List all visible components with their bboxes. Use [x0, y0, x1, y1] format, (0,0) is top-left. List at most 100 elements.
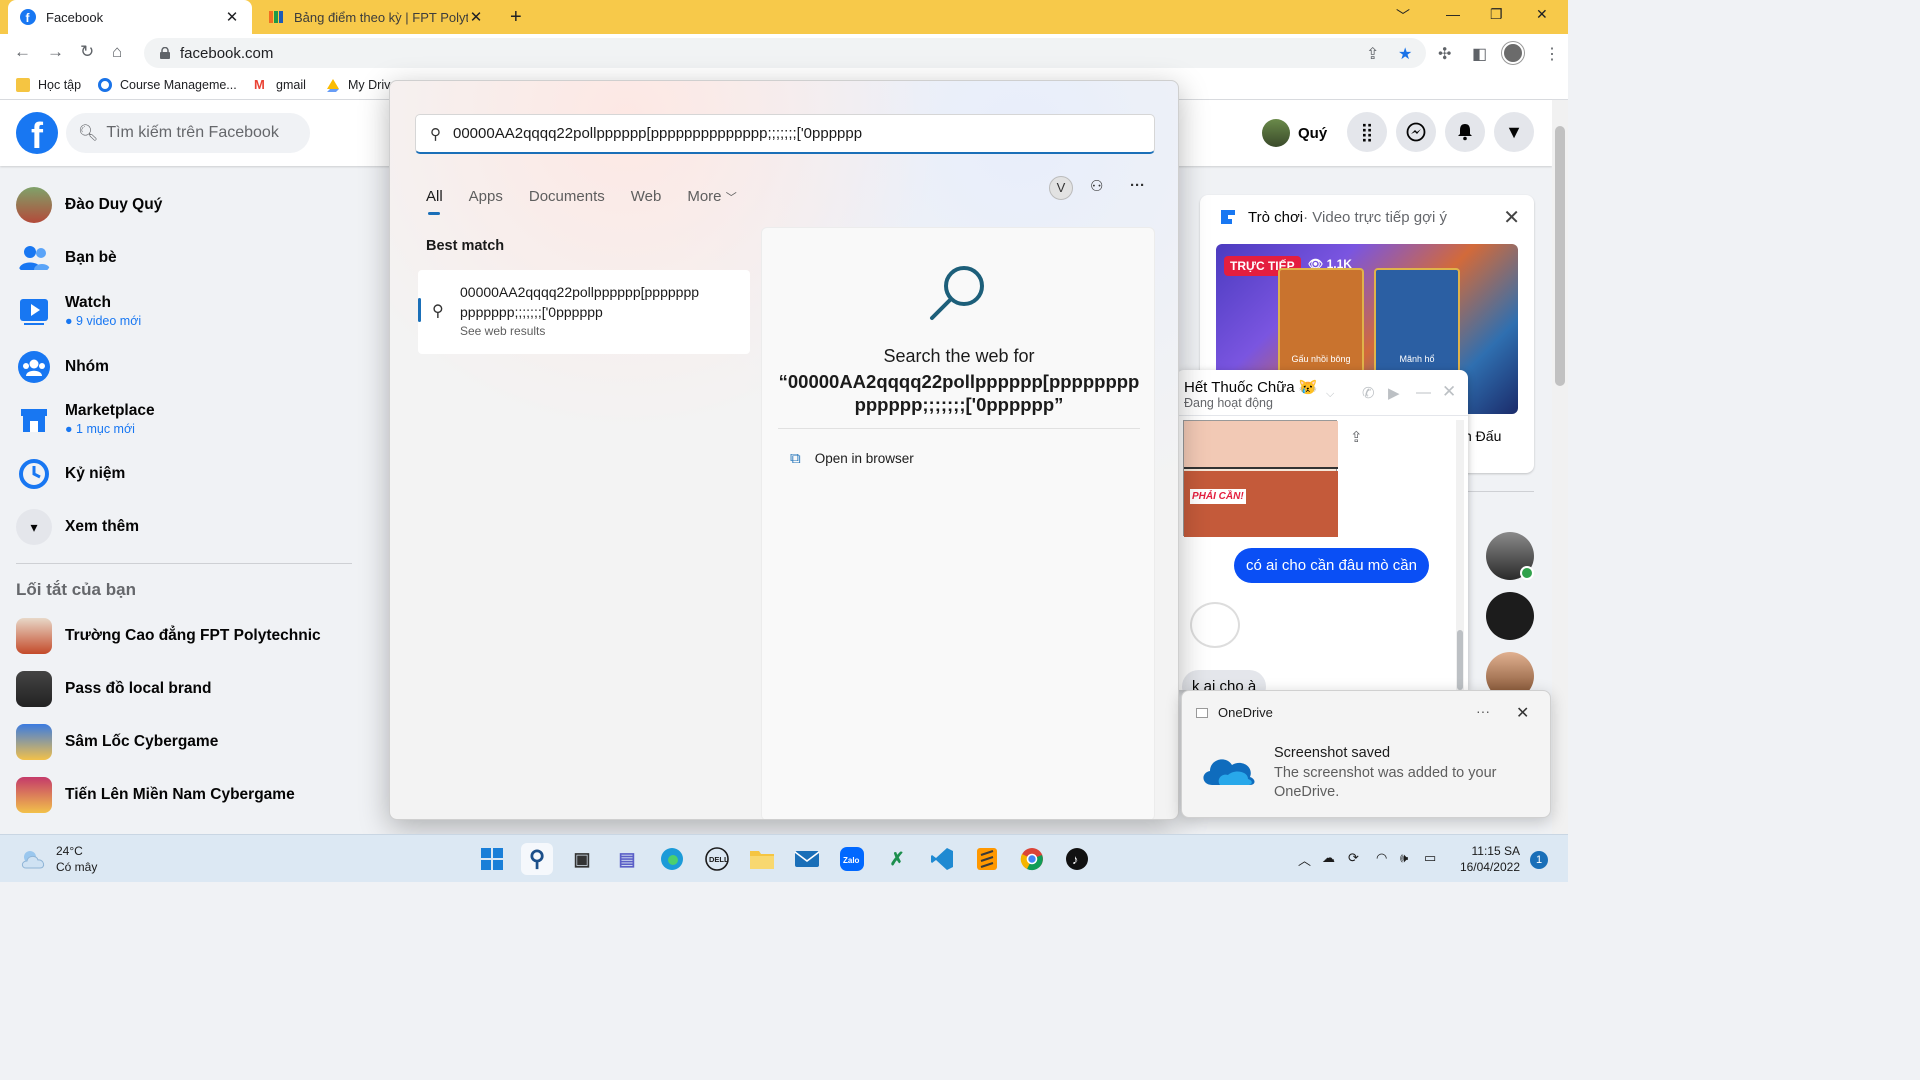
- extensions-puzzle-icon[interactable]: ✣: [1438, 44, 1451, 64]
- task-view-icon[interactable]: ▣: [566, 843, 598, 875]
- sync-icon[interactable]: ⟳: [1348, 850, 1359, 866]
- vscode-icon[interactable]: [926, 843, 958, 875]
- close-chat-icon[interactable]: ✕: [1442, 382, 1456, 402]
- shortcut-item[interactable]: Pass đồ local brand: [16, 671, 211, 707]
- tab-polytechnic[interactable]: Bảng điểm theo kỳ | FPT Polytech ✕: [256, 0, 496, 34]
- comic-panel: [1184, 421, 1338, 469]
- phone-icon[interactable]: ✆: [1362, 384, 1375, 402]
- close-window-icon[interactable]: ✕: [1536, 6, 1548, 23]
- tab-all[interactable]: All: [426, 188, 443, 215]
- shortcut-item[interactable]: Tiến Lên Miền Nam Cybergame: [16, 777, 295, 813]
- start-icon[interactable]: [476, 843, 508, 875]
- forward-icon[interactable]: →: [47, 42, 64, 62]
- contact-avatar[interactable]: [1486, 592, 1534, 640]
- teams-icon[interactable]: ▤: [611, 843, 643, 875]
- sidebar-item-groups[interactable]: Nhóm: [16, 349, 109, 385]
- sidebar-item-memories[interactable]: Kỷ niệm: [16, 456, 125, 492]
- bookmark-my-drive[interactable]: My Driv: [326, 78, 390, 92]
- more-options-icon[interactable]: ···: [1130, 177, 1145, 194]
- close-icon[interactable]: ✕: [1516, 703, 1529, 723]
- back-icon[interactable]: ←: [14, 42, 31, 62]
- best-match-text: 00000AA2qqqq22pollpppppp[pppppppppppppp;…: [460, 284, 700, 320]
- weather-widget[interactable]: 24°C Có mây: [20, 843, 97, 875]
- onedrive-notification[interactable]: OneDrive ··· ✕ Screenshot saved The scre…: [1181, 690, 1551, 818]
- facebook-logo-icon[interactable]: f: [16, 112, 58, 154]
- new-tab-button[interactable]: +: [510, 6, 522, 29]
- outgoing-message: có ai cho cần đâu mò cần: [1234, 548, 1429, 583]
- close-tab-icon[interactable]: ✕: [224, 8, 240, 26]
- sublime-icon[interactable]: [971, 843, 1003, 875]
- wifi-icon[interactable]: ◠: [1376, 850, 1387, 866]
- chrome-icon[interactable]: [1016, 843, 1048, 875]
- file-explorer-icon[interactable]: [746, 843, 778, 875]
- notification-badge[interactable]: 1: [1530, 851, 1548, 869]
- tiktok-icon[interactable]: ♪: [1061, 843, 1093, 875]
- close-icon[interactable]: ✕: [1503, 205, 1520, 230]
- open-in-browser-button[interactable]: ⧉ Open in browser: [790, 450, 914, 467]
- tab-apps[interactable]: Apps: [469, 188, 503, 205]
- bookmark-hoc-tap[interactable]: Học tập: [16, 78, 81, 92]
- minimize-chat-icon[interactable]: —: [1416, 384, 1431, 401]
- sidebar-item-marketplace[interactable]: Marketplace ● 1 mục mới: [16, 401, 155, 437]
- tab-web[interactable]: Web: [631, 188, 662, 205]
- search-query-text: 00000AA2qqqq22pollpppppp[pppppppppppppp;…: [453, 125, 863, 142]
- chat-scrollbar[interactable]: [1456, 420, 1464, 690]
- mail-icon[interactable]: [791, 843, 823, 875]
- bookmark-course-management[interactable]: Course Manageme...: [98, 78, 237, 92]
- account-chevron-icon[interactable]: ▼: [1494, 112, 1534, 152]
- profile-avatar[interactable]: [1502, 42, 1524, 64]
- sidebar-item-sublabel: ● 1 mục mới: [65, 422, 135, 436]
- home-icon[interactable]: ⌂: [112, 42, 122, 62]
- video-call-icon[interactable]: ▶: [1388, 384, 1400, 402]
- share-icon[interactable]: ⇪: [1350, 428, 1363, 446]
- account-avatar[interactable]: V: [1049, 176, 1073, 200]
- contact-avatar[interactable]: [1486, 532, 1534, 580]
- dell-icon[interactable]: DELL: [701, 843, 733, 875]
- sidebar-item-watch[interactable]: Watch ● 9 video mới: [16, 293, 141, 329]
- page-scrollbar[interactable]: [1552, 100, 1568, 834]
- close-tab-icon[interactable]: ✕: [468, 8, 484, 26]
- reload-icon[interactable]: ↻: [80, 42, 94, 62]
- bookmark-gmail[interactable]: M gmail: [254, 78, 306, 93]
- tab-documents[interactable]: Documents: [529, 188, 605, 205]
- restore-window-icon[interactable]: ❐: [1490, 6, 1503, 23]
- tab-search-chevron-icon[interactable]: ﹀: [1396, 6, 1410, 26]
- edge-icon[interactable]: [656, 843, 688, 875]
- side-panel-icon[interactable]: ◧: [1472, 44, 1487, 64]
- sidebar-item-see-more[interactable]: ▾ Xem thêm: [16, 509, 139, 545]
- system-clock[interactable]: 11:15 SA 16/04/2022: [1458, 843, 1520, 875]
- shortcut-label: Tiến Lên Miền Nam Cybergame: [65, 786, 295, 803]
- best-match-result[interactable]: ⚲ 00000AA2qqqq22pollpppppp[ppppppppppppp…: [418, 270, 750, 354]
- connected-devices-icon[interactable]: ⚇: [1090, 177, 1103, 195]
- profile-button[interactable]: Quý: [1262, 117, 1327, 149]
- excel-icon[interactable]: ✗: [881, 843, 913, 875]
- chrome-menu-icon[interactable]: ⋮: [1544, 44, 1560, 64]
- scrollbar-thumb[interactable]: [1457, 630, 1463, 690]
- more-options-icon[interactable]: ···: [1476, 703, 1490, 719]
- address-bar[interactable]: facebook.com: [144, 38, 1426, 68]
- tab-facebook[interactable]: f Facebook ✕: [8, 0, 252, 34]
- chat-header[interactable]: Hết Thuốc Chữa 😿 Đang hoạt động ⌵ ✆ ▶ — …: [1176, 370, 1468, 416]
- vpn-icon[interactable]: ☁: [1322, 850, 1335, 866]
- notifications-bell-icon[interactable]: [1445, 112, 1485, 152]
- tab-more[interactable]: More ﹀: [687, 188, 736, 205]
- share-icon[interactable]: ⇪: [1366, 44, 1379, 64]
- minimize-window-icon[interactable]: —: [1446, 6, 1460, 22]
- windows-search-input[interactable]: ⚲ 00000AA2qqqq22pollpppppp[ppppppppppppp…: [415, 114, 1155, 154]
- sidebar-item-friends[interactable]: Bạn bè: [16, 240, 117, 276]
- volume-icon[interactable]: 🕪︎: [1400, 850, 1408, 866]
- sidebar-item-sublabel: ● 9 video mới: [65, 314, 142, 328]
- show-hidden-icons-chevron-icon[interactable]: ︿: [1298, 850, 1311, 869]
- bookmark-star-icon[interactable]: ★: [1398, 44, 1412, 64]
- shortcut-item[interactable]: Trường Cao đẳng FPT Polytechnic: [16, 618, 321, 654]
- chevron-down-icon[interactable]: ⌵: [1326, 388, 1334, 401]
- zalo-icon[interactable]: Zalo: [836, 843, 868, 875]
- scrollbar-thumb[interactable]: [1555, 126, 1565, 386]
- sidebar-item-profile[interactable]: Đào Duy Quý: [16, 187, 162, 223]
- menu-grid-icon[interactable]: ⣿: [1347, 112, 1387, 152]
- battery-icon[interactable]: ▭: [1424, 850, 1436, 866]
- shortcut-item[interactable]: Sâm Lốc Cybergame: [16, 724, 218, 760]
- facebook-search-input[interactable]: 🔍︎ Tìm kiếm trên Facebook: [66, 113, 310, 153]
- search-icon[interactable]: ⚲: [521, 843, 553, 875]
- messenger-icon[interactable]: [1396, 112, 1436, 152]
